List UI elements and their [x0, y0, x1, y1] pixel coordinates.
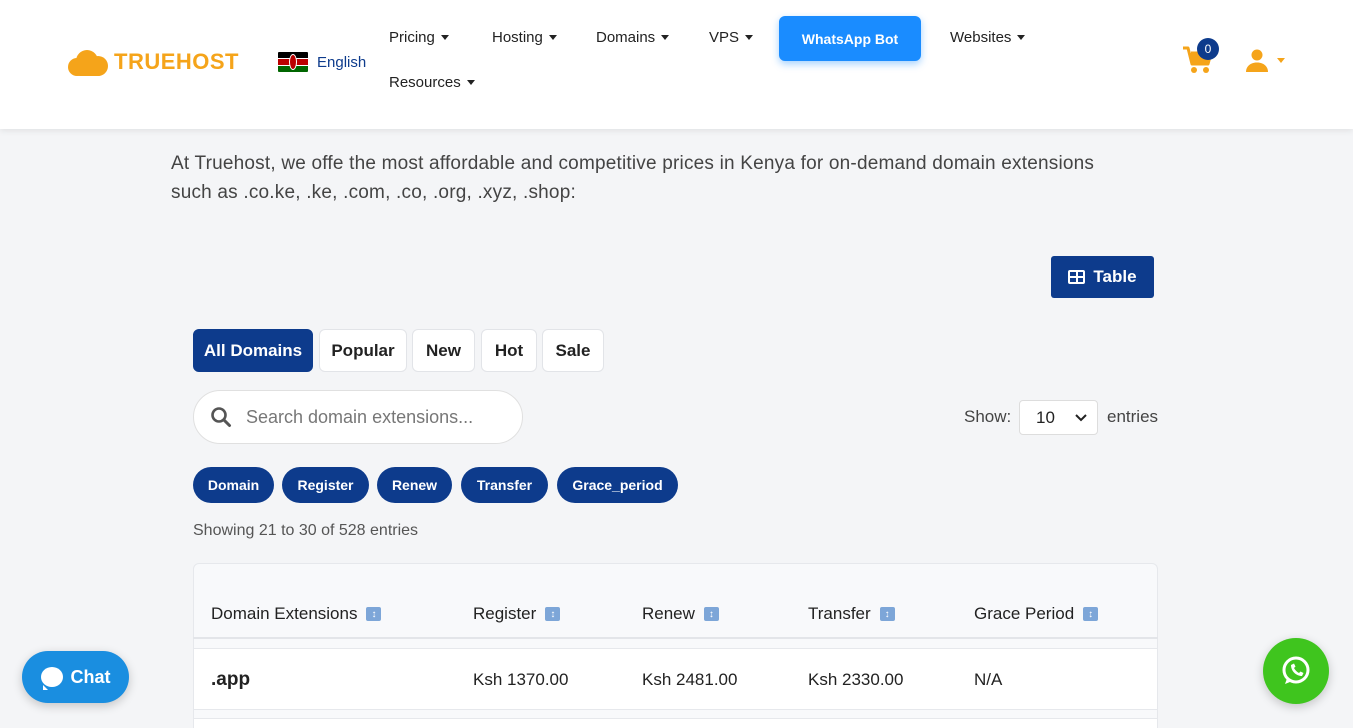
chevron-down-icon: [1075, 413, 1087, 421]
table-row[interactable]: [193, 718, 1158, 728]
chevron-down-icon: [440, 35, 449, 40]
user-icon: [1246, 49, 1268, 72]
header-label: Transfer: [808, 604, 871, 623]
nav-hosting[interactable]: Hosting: [492, 29, 557, 46]
entries-info: Showing 21 to 30 of 528 entries: [193, 522, 419, 539]
page-size-select[interactable]: 10: [1019, 400, 1098, 435]
language-selector[interactable]: English: [278, 52, 366, 72]
header-divider: [193, 637, 1158, 639]
site-header: TRUEHOST English Pricing Hosting Domains…: [0, 0, 1353, 129]
tab-all-domains[interactable]: All Domains: [193, 329, 313, 372]
sort-icon: ↕: [879, 607, 895, 621]
table-view-label: Table: [1093, 267, 1137, 286]
cell-renew-price: Ksh 2481.00: [642, 670, 738, 689]
header-label: Register: [473, 604, 537, 623]
cell-register-price: Ksh 1370.00: [473, 670, 569, 689]
nav-vps[interactable]: VPS: [709, 29, 754, 46]
chevron-down-icon: [466, 80, 475, 85]
chevron-down-icon: [1277, 57, 1285, 63]
header-domain-extensions[interactable]: Domain Extensions ↕: [211, 604, 382, 624]
sort-icon: ↕: [545, 607, 561, 621]
intro-text: At Truehost, we offe the most affordable…: [171, 153, 1095, 203]
nav-vps-label: VPS: [709, 29, 740, 46]
chat-bubble-icon: [40, 667, 63, 690]
whatsapp-bot-button[interactable]: WhatsApp Bot: [779, 16, 921, 61]
sort-icon: ↕: [703, 607, 719, 621]
tab-sale[interactable]: Sale: [542, 329, 604, 372]
cloud-logo-icon: [68, 48, 108, 76]
search-box: [193, 390, 523, 444]
tab-new[interactable]: New: [412, 329, 475, 372]
chat-label: Chat: [70, 666, 111, 687]
nav-pricing-label: Pricing: [389, 29, 435, 46]
column-toggle-domain[interactable]: Domain: [193, 467, 274, 503]
header-label: Renew: [642, 604, 695, 623]
nav-resources[interactable]: Resources: [389, 74, 475, 91]
nav-domains-label: Domains: [596, 29, 656, 46]
cart-count-badge: 0: [1197, 38, 1219, 60]
search-input[interactable]: [246, 406, 496, 428]
tab-hot[interactable]: Hot: [481, 329, 537, 372]
whatsapp-float-button[interactable]: [1263, 638, 1329, 704]
chat-button[interactable]: Chat: [22, 651, 129, 703]
chevron-down-icon: [548, 35, 557, 40]
truehost-logo[interactable]: TRUEHOST: [68, 48, 239, 76]
show-label: Show:: [964, 407, 1012, 426]
language-label: English: [317, 53, 367, 71]
kenya-flag-icon: [278, 52, 308, 72]
chevron-down-icon: [661, 35, 670, 40]
page-size-value: 10: [1036, 407, 1055, 427]
column-toggle-grace-period[interactable]: Grace_period: [557, 467, 678, 503]
nav-hosting-label: Hosting: [492, 29, 543, 46]
nav-resources-label: Resources: [389, 74, 461, 91]
nav-websites-label: Websites: [950, 29, 1012, 46]
header-transfer[interactable]: Transfer ↕: [808, 604, 895, 624]
entries-label: entries: [1107, 407, 1159, 426]
nav-pricing[interactable]: Pricing: [389, 29, 449, 46]
sort-icon: ↕: [1083, 607, 1099, 621]
whatsapp-icon: [1282, 656, 1310, 684]
column-toggle-renew[interactable]: Renew: [377, 467, 452, 503]
table-icon: [1068, 270, 1086, 284]
header-grace-period[interactable]: Grace Period ↕: [974, 604, 1099, 624]
search-icon: [211, 407, 231, 427]
sort-icon: ↕: [366, 607, 382, 621]
cell-extension: .app: [211, 669, 251, 690]
brand-name: TRUEHOST: [114, 49, 239, 74]
column-toggle-register[interactable]: Register: [282, 467, 369, 503]
header-renew[interactable]: Renew ↕: [642, 604, 719, 624]
header-label: Grace Period: [974, 604, 1075, 623]
nav-websites[interactable]: Websites: [950, 29, 1026, 46]
header-register[interactable]: Register ↕: [473, 604, 561, 624]
tab-popular[interactable]: Popular: [319, 329, 407, 372]
user-menu[interactable]: [1245, 48, 1285, 72]
cell-grace-period: N/A: [974, 670, 1003, 689]
chevron-down-icon: [1017, 35, 1026, 40]
table-view-button[interactable]: Table: [1051, 256, 1154, 298]
nav-domains[interactable]: Domains: [596, 29, 670, 46]
column-toggle-transfer[interactable]: Transfer: [461, 467, 548, 503]
chevron-down-icon: [745, 35, 754, 40]
header-label: Domain Extensions: [211, 604, 358, 623]
cell-transfer-price: Ksh 2330.00: [808, 670, 904, 689]
